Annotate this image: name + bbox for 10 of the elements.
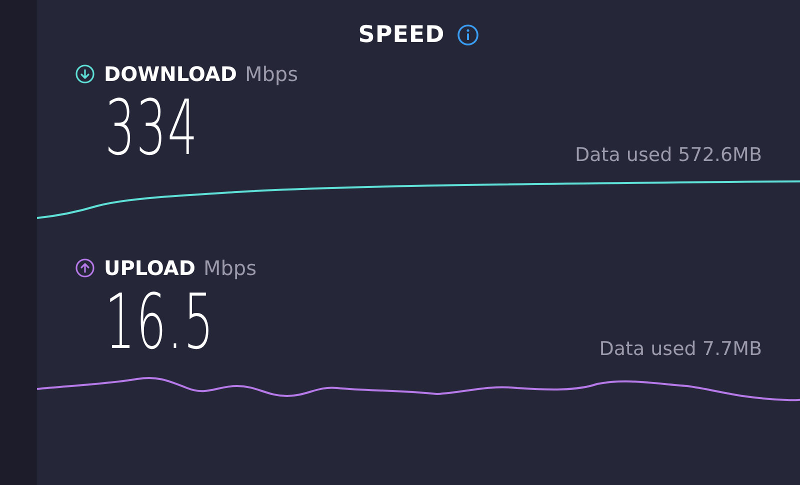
unit-label: Mbps: [203, 256, 257, 280]
metric-label: UPLOAD: [104, 256, 196, 280]
info-icon[interactable]: [456, 24, 479, 46]
speed-value: 16.5: [105, 284, 215, 360]
data-used-text: Data used 7.7MB: [599, 338, 762, 360]
section-title: SPEED: [358, 22, 445, 48]
unit-label: Mbps: [244, 62, 298, 86]
speed-value: 334: [105, 90, 199, 166]
data-used-text: Data used 572.6MB: [575, 144, 762, 166]
metric-label: DOWNLOAD: [104, 62, 237, 86]
